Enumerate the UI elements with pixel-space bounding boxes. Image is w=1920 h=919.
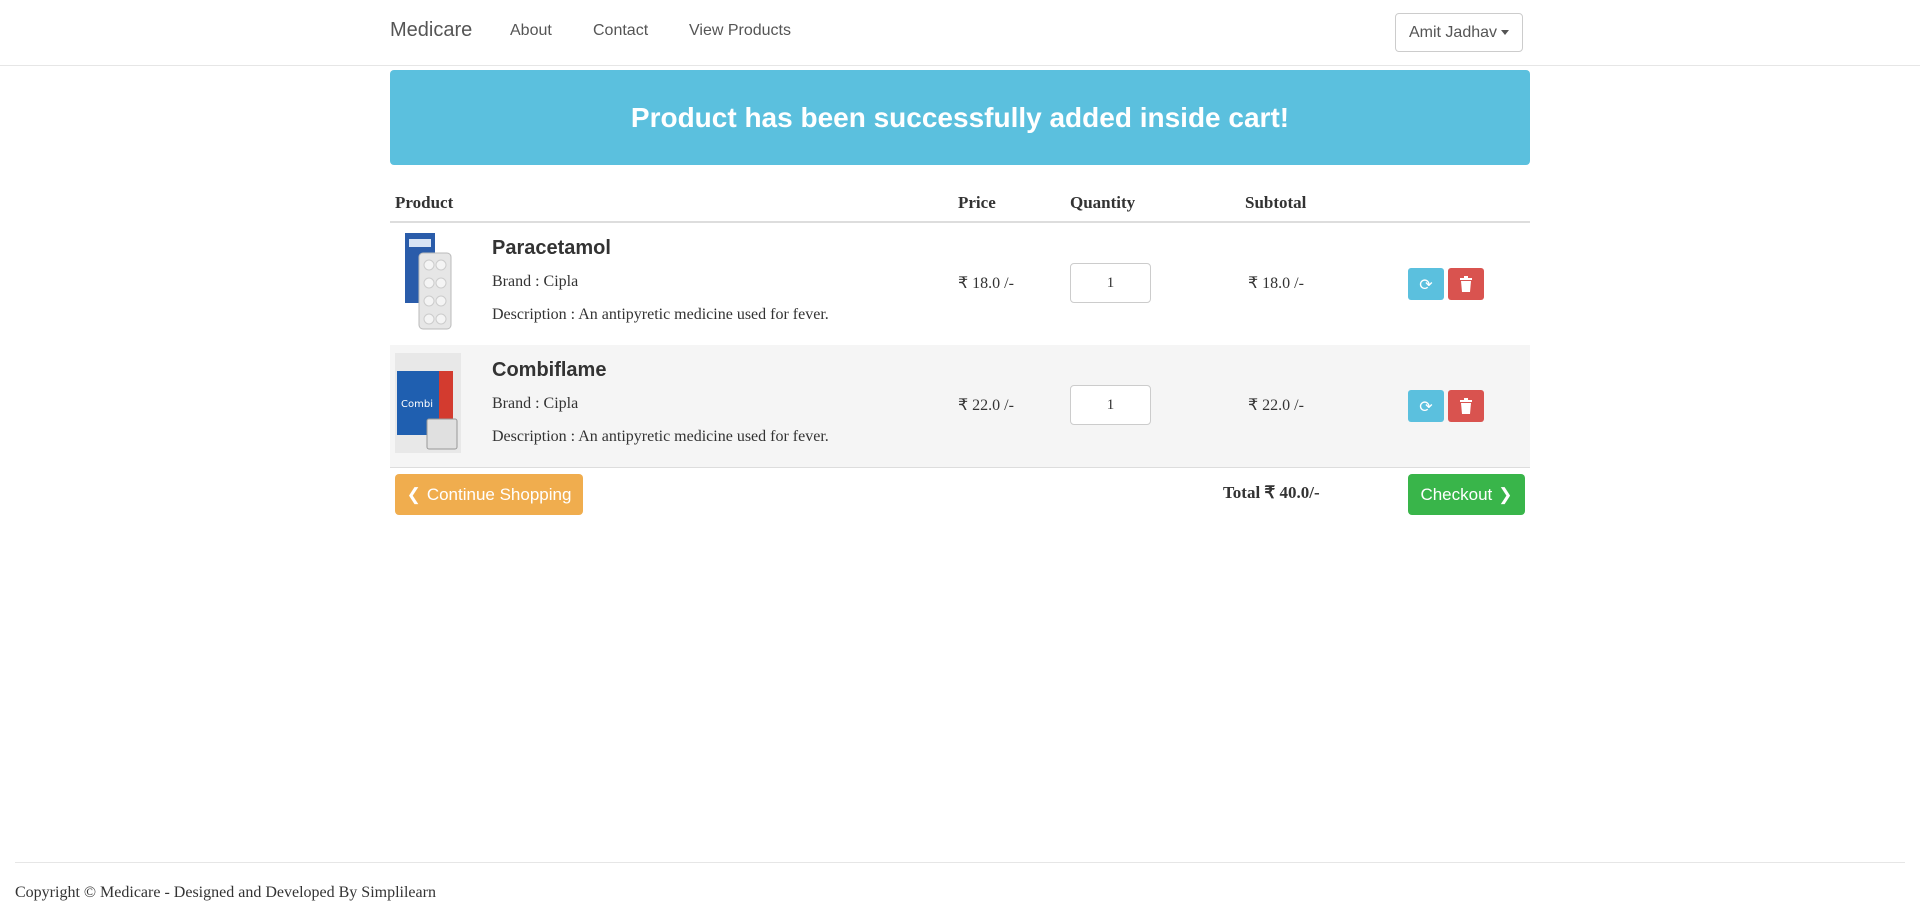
trash-icon bbox=[1460, 398, 1472, 414]
alert-message: Product has been successfully added insi… bbox=[630, 101, 1290, 133]
footer-text: Copyright © Medicare - Designed and Deve… bbox=[15, 884, 436, 901]
svg-text:Combi: Combi bbox=[401, 399, 433, 410]
user-menu-button[interactable]: Amit Jadhav bbox=[1395, 13, 1523, 52]
chevron-right-icon: ❯ bbox=[1498, 484, 1513, 504]
product-brand: Brand : Cipla bbox=[492, 395, 579, 412]
navbar: Medicare About Contact View Products Ami… bbox=[0, 0, 1920, 66]
product-name: Combiflame bbox=[492, 359, 607, 381]
product-brand: Brand : Cipla bbox=[492, 273, 579, 290]
product-image-combiflame: Combi bbox=[395, 353, 461, 453]
product-description: Description : An antipyretic medicine us… bbox=[492, 428, 829, 445]
product-subtotal: ₹ 18.0 /- bbox=[1248, 275, 1304, 292]
continue-label: Continue Shopping bbox=[426, 484, 572, 504]
quantity-input[interactable]: 1 bbox=[1070, 385, 1151, 425]
trash-icon bbox=[1460, 276, 1472, 292]
nav-about[interactable]: About bbox=[510, 22, 552, 40]
success-alert: Product has been successfully added insi… bbox=[390, 70, 1530, 165]
footer-divider bbox=[15, 862, 1905, 863]
product-description: Description : An antipyretic medicine us… bbox=[492, 306, 829, 323]
product-subtotal: ₹ 22.0 /- bbox=[1248, 397, 1304, 414]
nav-view-products[interactable]: View Products bbox=[689, 22, 791, 40]
chevron-left-icon: ❮ bbox=[406, 484, 421, 504]
table-row: Combi Combiflame Brand : Cipla Descripti… bbox=[390, 345, 1530, 468]
checkout-button[interactable]: Checkout ❯ bbox=[1408, 474, 1525, 515]
product-image-paracetamol bbox=[405, 233, 452, 330]
update-button[interactable]: ⟳ bbox=[1408, 268, 1444, 300]
delete-button[interactable] bbox=[1448, 390, 1484, 422]
user-name: Amit Jadhav bbox=[1408, 23, 1498, 41]
refresh-icon: ⟳ bbox=[1419, 396, 1433, 416]
checkout-label: Checkout bbox=[1420, 484, 1493, 504]
product-name: Paracetamol bbox=[492, 237, 611, 259]
header-quantity: Quantity bbox=[1070, 193, 1136, 212]
product-price: ₹ 22.0 /- bbox=[958, 397, 1014, 414]
refresh-icon: ⟳ bbox=[1419, 274, 1433, 294]
delete-button[interactable] bbox=[1448, 268, 1484, 300]
quantity-input[interactable]: 1 bbox=[1070, 263, 1151, 303]
product-price: ₹ 18.0 /- bbox=[958, 275, 1014, 292]
update-button[interactable]: ⟳ bbox=[1408, 390, 1444, 422]
brand-link[interactable]: Medicare bbox=[390, 19, 472, 42]
header-product: Product bbox=[395, 193, 454, 212]
header-subtotal: Subtotal bbox=[1245, 193, 1307, 212]
table-row: Paracetamol Brand : Cipla Description : … bbox=[390, 223, 1530, 346]
caret-down-icon bbox=[1501, 30, 1510, 35]
nav-contact[interactable]: Contact bbox=[593, 22, 648, 40]
continue-shopping-button[interactable]: ❮ Continue Shopping bbox=[395, 474, 583, 515]
header-price: Price bbox=[958, 193, 996, 212]
cart-total: Total ₹ 40.0/- bbox=[1223, 483, 1320, 502]
